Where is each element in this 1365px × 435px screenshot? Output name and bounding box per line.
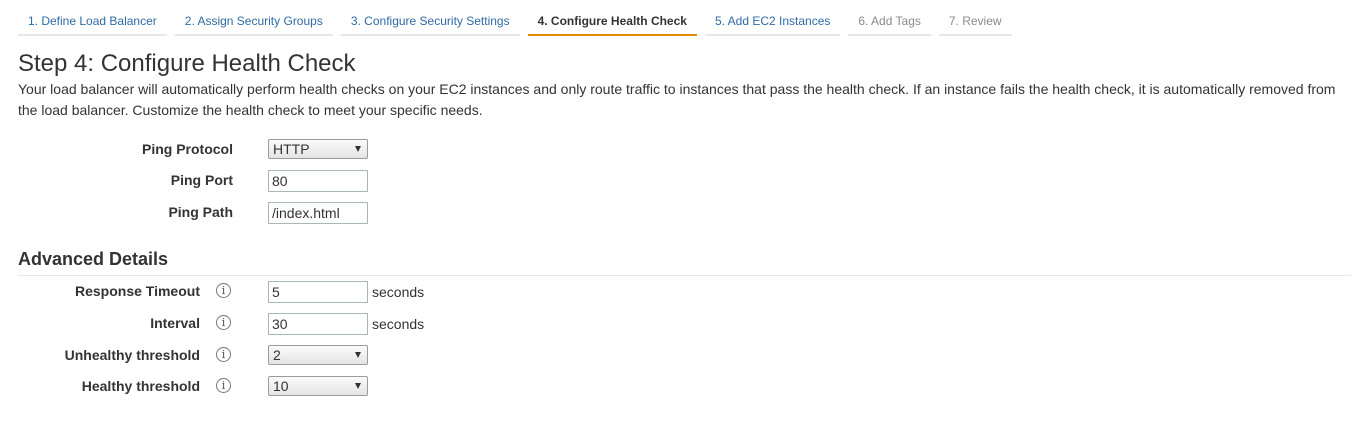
ping-path-input[interactable] xyxy=(268,202,368,224)
page-title: Step 4: Configure Health Check xyxy=(18,50,356,77)
info-icon[interactable]: i xyxy=(216,347,231,362)
ping-protocol-label: Ping Protocol xyxy=(142,141,233,157)
ping-protocol-row: Ping Protocol HTTP xyxy=(0,139,1365,161)
unhealthy-threshold-label: Unhealthy threshold xyxy=(64,347,200,363)
unhealthy-threshold-value: 2 xyxy=(273,347,281,363)
page-description: Your load balancer will automatically pe… xyxy=(18,81,1336,118)
tab-add-ec2-instances[interactable]: 5. Add EC2 Instances xyxy=(704,8,841,36)
tab-configure-security-settings[interactable]: 3. Configure Security Settings xyxy=(340,8,520,36)
response-timeout-unit: seconds xyxy=(372,284,425,300)
section-divider xyxy=(18,275,1351,276)
interval-label: Interval xyxy=(150,315,200,331)
info-icon[interactable]: i xyxy=(216,283,231,298)
interval-input[interactable] xyxy=(268,313,368,335)
info-icon[interactable]: i xyxy=(216,315,231,330)
unhealthy-threshold-row: Unhealthy threshold i 2 xyxy=(0,345,1365,367)
tab-add-tags[interactable]: 6. Add Tags xyxy=(848,8,931,36)
ping-path-label: Ping Path xyxy=(168,204,233,220)
ping-protocol-value: HTTP xyxy=(273,141,310,157)
response-timeout-row: Response Timeout i seconds xyxy=(0,281,1365,303)
ping-port-row: Ping Port xyxy=(0,170,1365,192)
tab-review[interactable]: 7. Review xyxy=(938,8,1012,36)
advanced-details-heading: Advanced Details xyxy=(18,249,169,269)
healthy-threshold-select[interactable]: 10 xyxy=(268,376,368,396)
ping-port-input[interactable] xyxy=(268,170,368,192)
wizard-tabs: 1. Define Load Balancer 2. Assign Securi… xyxy=(18,8,1012,36)
response-timeout-input[interactable] xyxy=(268,281,368,303)
info-icon[interactable]: i xyxy=(216,378,231,393)
interval-unit: seconds xyxy=(372,316,425,332)
tab-assign-security-groups[interactable]: 2. Assign Security Groups xyxy=(174,8,333,36)
ping-protocol-select[interactable]: HTTP xyxy=(268,139,368,159)
healthy-threshold-row: Healthy threshold i 10 xyxy=(0,376,1365,398)
unhealthy-threshold-select[interactable]: 2 xyxy=(268,345,368,365)
tab-define-load-balancer[interactable]: 1. Define Load Balancer xyxy=(18,8,167,36)
healthy-threshold-value: 10 xyxy=(273,378,289,394)
tab-configure-health-check[interactable]: 4. Configure Health Check xyxy=(527,8,697,36)
ping-port-label: Ping Port xyxy=(170,172,233,188)
chevron-down-icon xyxy=(355,352,361,358)
response-timeout-label: Response Timeout xyxy=(75,283,200,299)
chevron-down-icon xyxy=(355,146,361,152)
ping-path-row: Ping Path xyxy=(0,202,1365,224)
interval-row: Interval i seconds xyxy=(0,313,1365,335)
chevron-down-icon xyxy=(355,383,361,389)
healthy-threshold-label: Healthy threshold xyxy=(81,378,200,394)
